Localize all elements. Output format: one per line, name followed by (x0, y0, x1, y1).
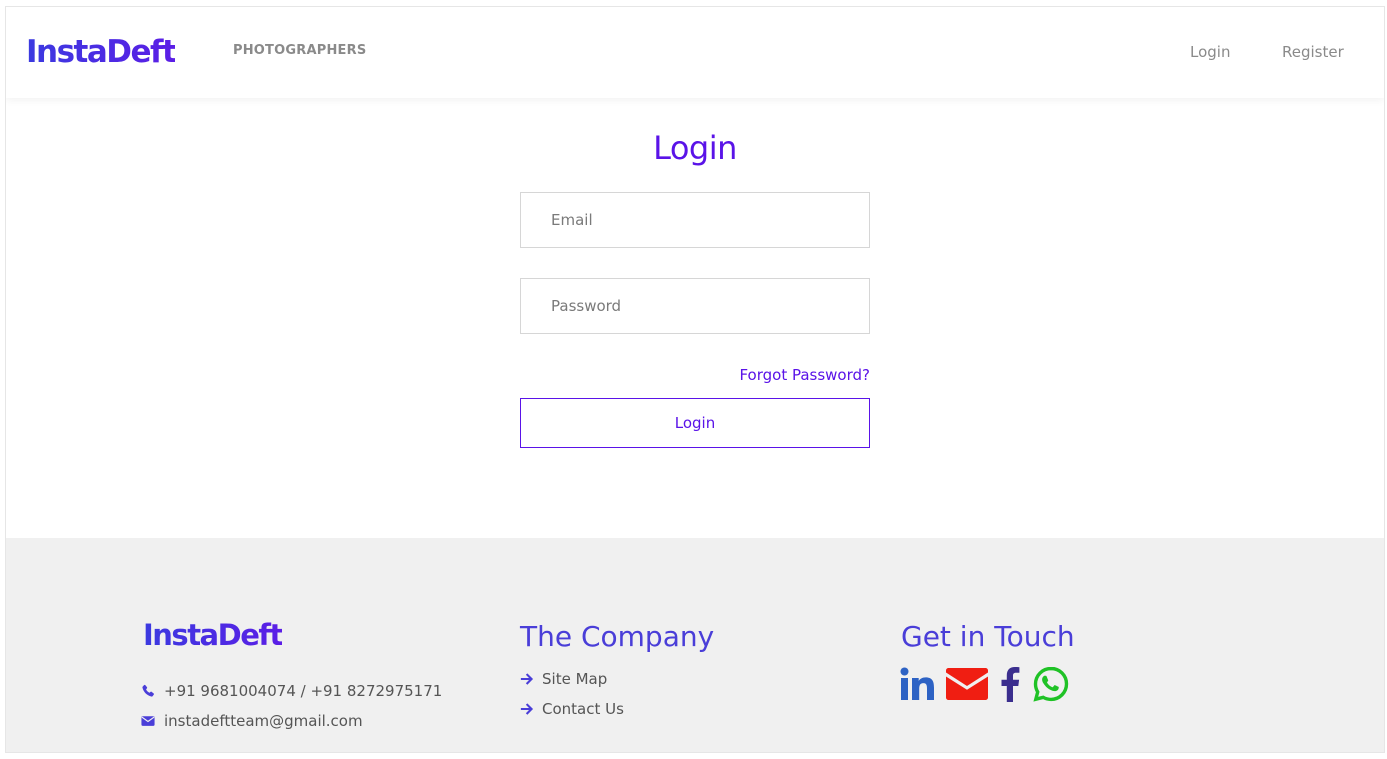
site-map-label: Site Map (542, 670, 608, 688)
nav-photographers[interactable]: PHOTOGRAPHERS (233, 43, 366, 58)
site-map-link[interactable]: Site Map (520, 670, 607, 688)
footer-brand-logo: InstaDeft (143, 618, 283, 652)
footer: InstaDeft +91 9681004074 / +91 827297517… (6, 538, 1384, 752)
linkedin-icon[interactable] (900, 667, 936, 701)
nav-login[interactable]: Login (1190, 43, 1230, 61)
social-links (900, 666, 1069, 702)
contact-us-link[interactable]: Contact Us (520, 700, 624, 718)
page-frame: InstaDeft PHOTOGRAPHERS Login Register L… (5, 6, 1385, 753)
company-heading: The Company (520, 620, 715, 653)
page-title: Login (653, 129, 737, 167)
whatsapp-icon[interactable] (1033, 666, 1069, 702)
footer-phone: +91 9681004074 / +91 8272975171 (141, 682, 442, 700)
brand-logo[interactable]: InstaDeft (26, 34, 177, 70)
email-social-icon[interactable] (946, 668, 988, 700)
phone-icon (141, 684, 155, 698)
get-in-touch-heading: Get in Touch (901, 620, 1075, 653)
password-field[interactable] (520, 278, 870, 334)
envelope-icon (141, 714, 155, 728)
navbar: InstaDeft PHOTOGRAPHERS Login Register (6, 7, 1384, 98)
email-field[interactable] (520, 192, 870, 248)
phone-text: +91 9681004074 / +91 8272975171 (164, 682, 443, 700)
email-text: instadeftteam@gmail.com (164, 712, 363, 730)
arrow-right-icon (520, 672, 534, 686)
login-button[interactable]: Login (520, 398, 870, 448)
contact-us-label: Contact Us (542, 700, 624, 718)
forgot-password-link[interactable]: Forgot Password? (520, 366, 870, 384)
footer-email: instadeftteam@gmail.com (141, 712, 363, 730)
arrow-right-icon (520, 702, 534, 716)
nav-register[interactable]: Register (1282, 43, 1344, 61)
facebook-icon[interactable] (1000, 666, 1020, 702)
